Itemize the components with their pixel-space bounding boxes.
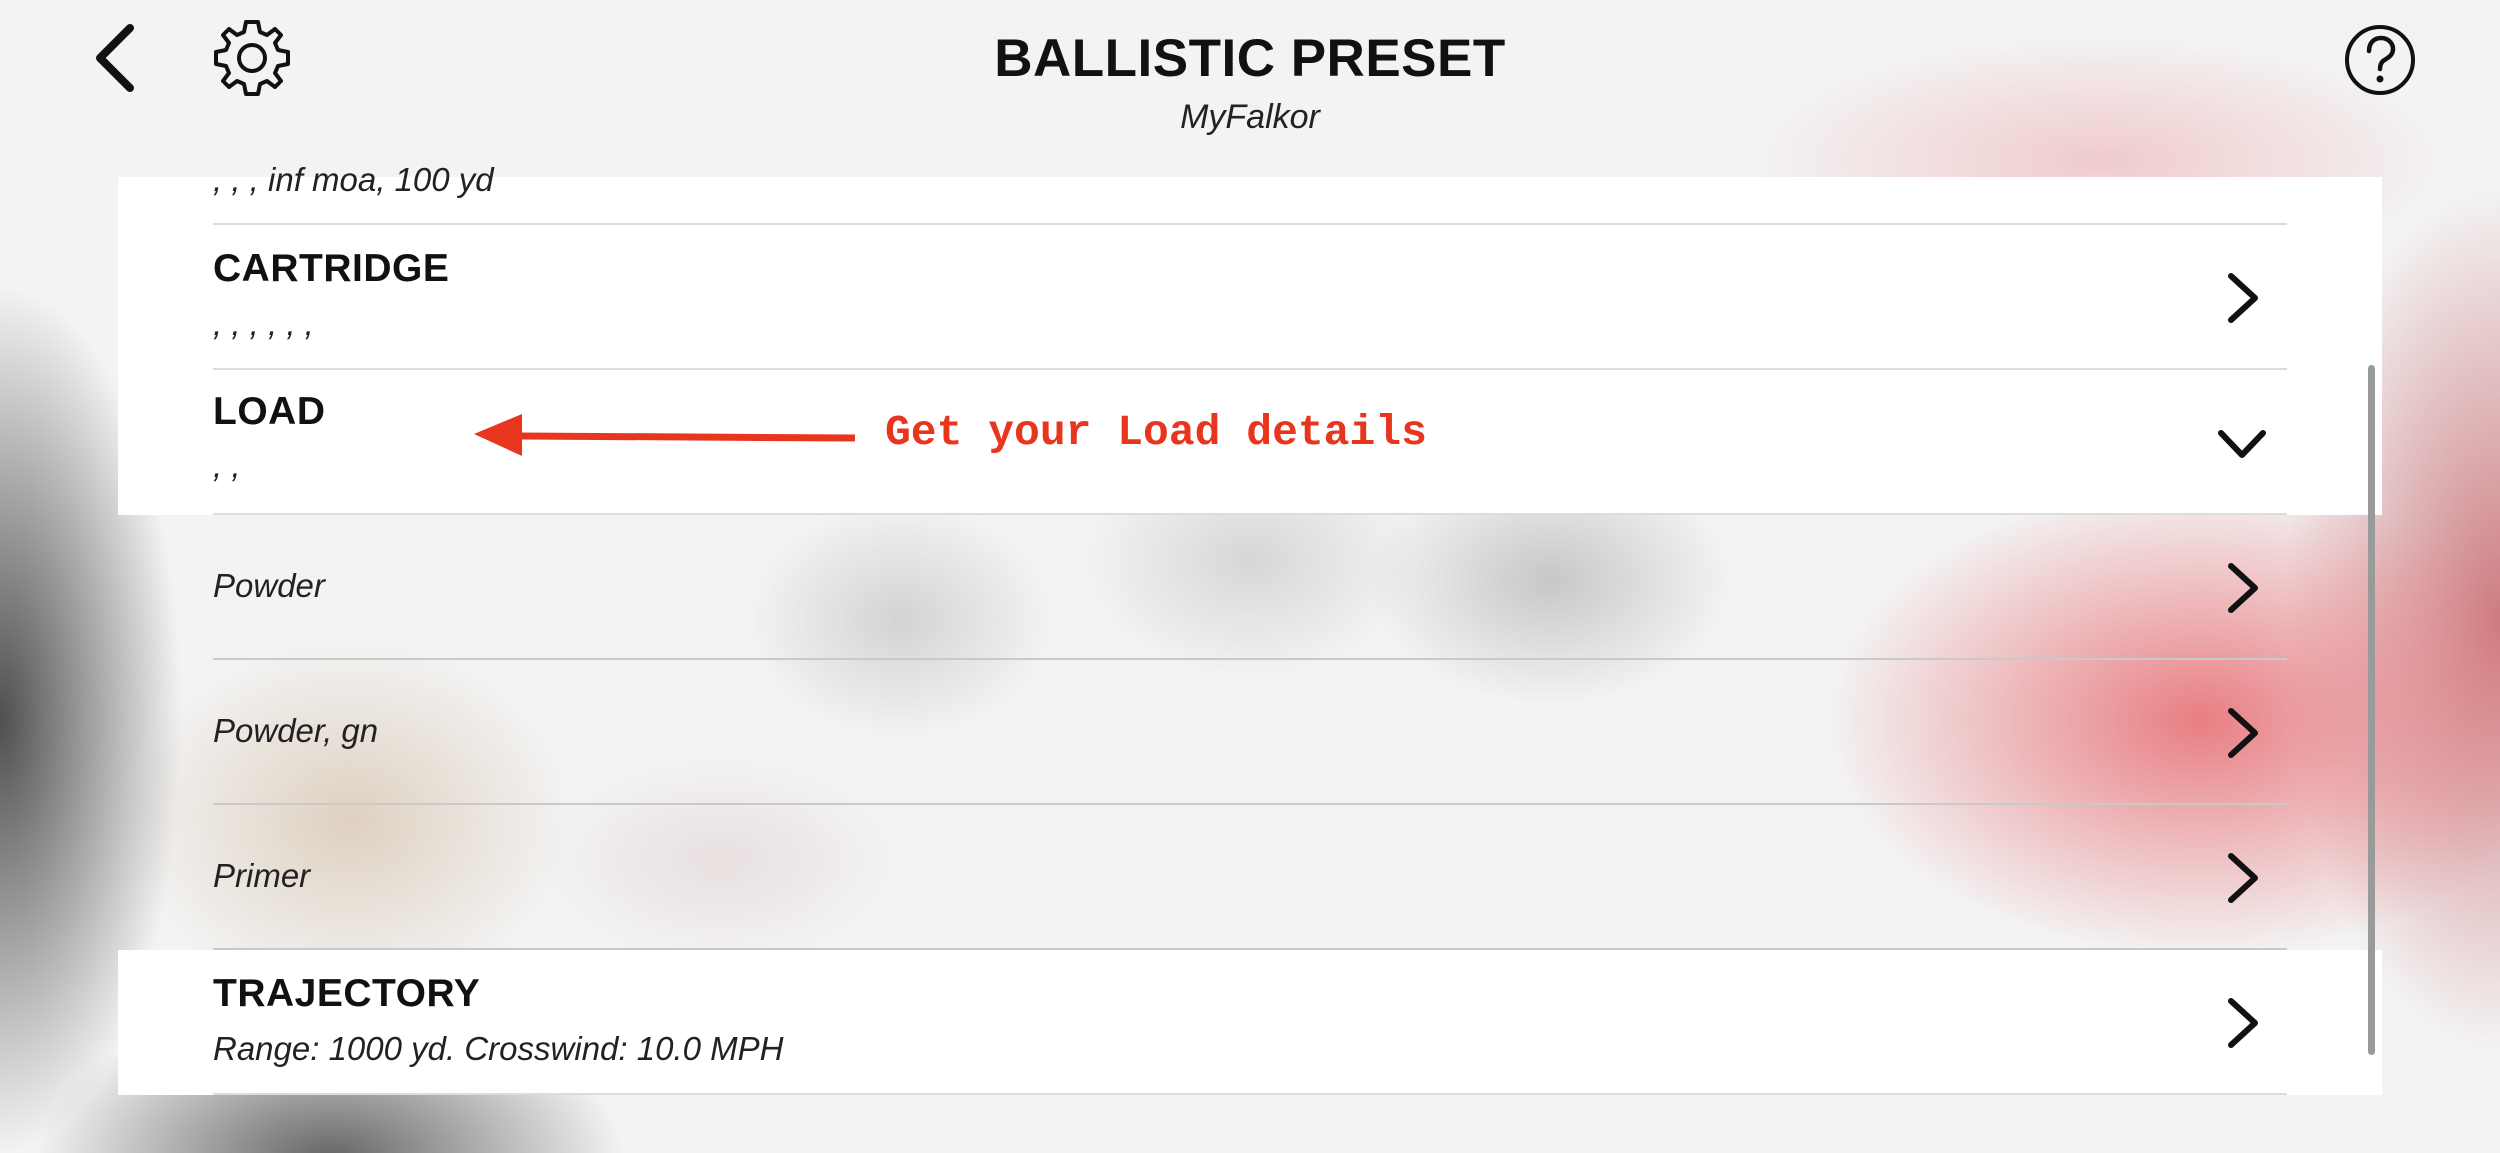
trajectory-heading: TRAJECTORY xyxy=(213,972,481,1015)
chevron-right-icon xyxy=(2228,998,2258,1048)
chevron-right-icon xyxy=(2228,563,2258,613)
row-divider xyxy=(213,1093,2287,1095)
annotation-arrow-icon xyxy=(474,414,856,456)
load-item-primer[interactable]: Primer xyxy=(118,805,2382,950)
load-heading: LOAD xyxy=(213,390,326,433)
load-summary: , , xyxy=(213,447,241,484)
preset-list: , , , inf moa, 100 yd CARTRIDGE , , , , … xyxy=(118,161,2382,1095)
trajectory-summary: Range: 1000 yd. Crosswind: 10.0 MPH xyxy=(213,1030,784,1067)
header: BALLISTIC PRESET MyFalkor xyxy=(0,0,2500,150)
annotation-text: Get your Load details xyxy=(885,408,1427,457)
list-row-trajectory[interactable]: TRAJECTORY Range: 1000 yd. Crosswind: 10… xyxy=(118,950,2382,1095)
help-button[interactable] xyxy=(2342,22,2418,98)
chevron-right-icon xyxy=(2228,273,2258,323)
load-item-label: Powder, gn xyxy=(213,712,379,749)
load-item-powder[interactable]: Powder xyxy=(118,515,2382,660)
chevron-right-icon xyxy=(2228,708,2258,758)
load-item-label: Powder xyxy=(213,567,325,604)
chevron-right-icon xyxy=(2228,853,2258,903)
load-item-powder-gn[interactable]: Powder, gn xyxy=(118,660,2382,805)
page-subtitle: MyFalkor xyxy=(1180,98,1320,136)
page-title: BALLISTIC PRESET xyxy=(994,29,1506,88)
list-row-partial[interactable]: , , , inf moa, 100 yd xyxy=(118,161,2382,225)
cartridge-summary: , , , , , , xyxy=(213,305,314,342)
chevron-down-icon xyxy=(2218,430,2266,458)
cartridge-heading: CARTRIDGE xyxy=(213,247,450,290)
question-circle-icon xyxy=(2345,25,2415,95)
partial-row-subtitle: , , , inf moa, 100 yd xyxy=(213,161,494,198)
load-item-label: Primer xyxy=(213,857,311,894)
scrollbar[interactable] xyxy=(2368,365,2375,1055)
list-row-cartridge[interactable]: CARTRIDGE , , , , , , xyxy=(118,225,2382,370)
